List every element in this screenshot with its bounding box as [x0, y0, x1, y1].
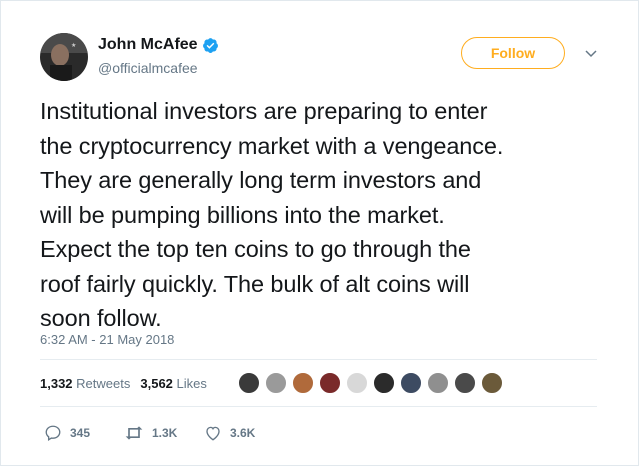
tweet-timestamp[interactable]: 6:32 AM - 21 May 2018 [40, 332, 174, 347]
retweets-stat[interactable]: 1,332 Retweets [40, 376, 130, 391]
reply-button[interactable]: 345 [44, 424, 124, 442]
retweets-label: Retweets [76, 376, 131, 391]
tweet-line: roof fairly quickly. The bulk of alt coi… [40, 270, 470, 297]
reply-icon [45, 425, 61, 441]
tweet-actions: 345 1.3K 3.6K [44, 424, 255, 442]
tweet-line: soon follow. [40, 305, 162, 331]
liker-avatar[interactable] [265, 372, 287, 394]
divider [40, 359, 597, 360]
chevron-down-icon[interactable] [585, 50, 597, 58]
svg-text:★: ★ [71, 42, 76, 49]
tweet-text: Institutional investors are preparing to… [40, 94, 610, 336]
tweet-line: will be pumping billions into the market… [40, 201, 445, 228]
avatar[interactable]: ★ [40, 33, 88, 81]
liker-avatar[interactable] [400, 372, 422, 394]
liker-avatar[interactable] [319, 372, 341, 394]
likes-label: Likes [176, 376, 207, 391]
heart-icon [206, 426, 220, 441]
follow-button[interactable]: Follow [461, 37, 565, 69]
retweet-count: 1.3K [152, 426, 178, 440]
tweet-line: the cryptocurrency market with a vengean… [40, 132, 504, 159]
like-button[interactable]: 3.6K [204, 424, 255, 442]
liker-avatar[interactable] [373, 372, 395, 394]
like-count: 3.6K [230, 426, 256, 440]
retweet-button[interactable]: 1.3K [124, 424, 204, 442]
liker-avatar[interactable] [292, 372, 314, 394]
retweet-icon [125, 426, 143, 440]
user-name[interactable]: John McAfee [98, 36, 198, 54]
liker-avatar[interactable] [238, 372, 260, 394]
reply-count: 345 [70, 426, 91, 440]
liker-avatar[interactable] [346, 372, 368, 394]
tweet-stats: 1,332 Retweets 3,562 Likes [40, 376, 217, 391]
likes-count: 3,562 [140, 376, 173, 391]
user-handle[interactable]: @officialmcafee [98, 60, 198, 76]
tweet-line: Institutional investors are preparing to… [40, 98, 488, 124]
liker-avatar[interactable] [481, 372, 503, 394]
likes-stat[interactable]: 3,562 Likes [140, 376, 207, 391]
divider [40, 406, 597, 407]
tweet-line: Expect the top ten coins to go through t… [40, 236, 471, 262]
tweet-line: They are generally long term investors a… [40, 167, 482, 193]
retweets-count: 1,332 [40, 376, 73, 391]
liker-avatar[interactable] [427, 372, 449, 394]
liker-avatar[interactable] [454, 372, 476, 394]
verified-badge-icon [202, 37, 218, 53]
liker-avatars [238, 372, 508, 394]
